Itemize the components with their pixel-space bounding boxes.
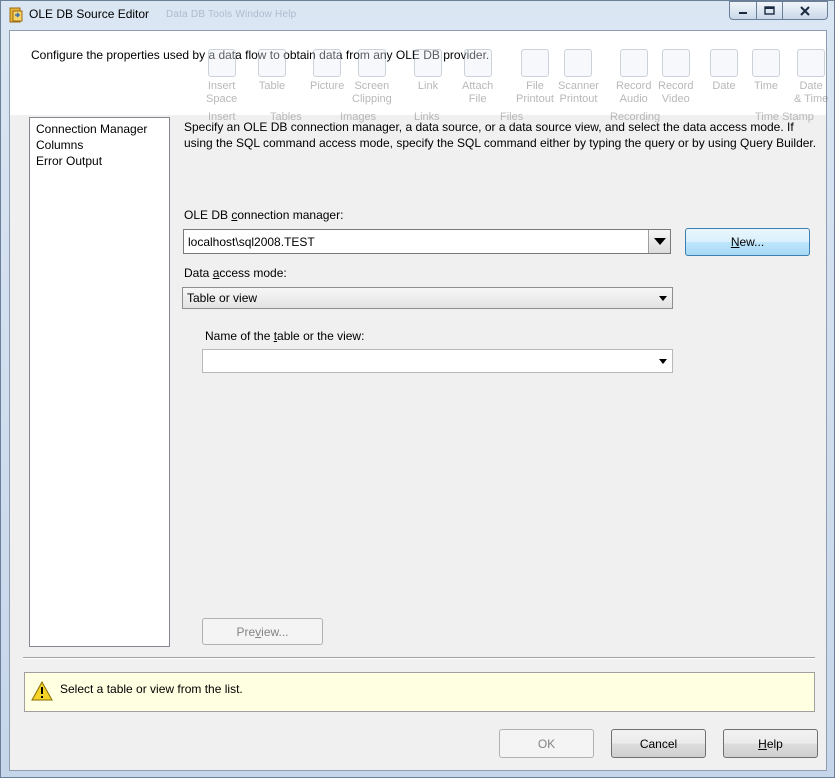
nav-item-error-output[interactable]: Error Output [36, 153, 169, 169]
status-message: Select a table or view from the list. [60, 682, 243, 696]
minimize-icon [739, 11, 747, 14]
nav-panel: Connection Manager Columns Error Output [29, 117, 170, 647]
data-access-mode-select[interactable]: Table or view [182, 287, 673, 309]
ok-button[interactable]: OK [499, 729, 594, 758]
help-button[interactable]: Help [723, 729, 818, 758]
maximize-button[interactable] [756, 1, 783, 20]
cancel-button[interactable]: Cancel [611, 729, 706, 758]
chevron-down-icon [659, 295, 667, 301]
nav-item-connection-manager[interactable]: Connection Manager [36, 121, 169, 137]
connection-manager-label: OLE DB connection manager: [184, 208, 344, 222]
close-button[interactable] [782, 1, 828, 20]
connection-manager-dropdown-button[interactable] [648, 230, 670, 253]
table-name-dropdown-button[interactable] [654, 350, 672, 372]
dialog-window: OLE DB Source Editor Data DB Tools Windo… [0, 0, 835, 778]
data-access-mode-label: Data access mode: [184, 266, 287, 280]
app-icon [9, 7, 23, 23]
dialog-client-area: Configure the properties used by a data … [9, 30, 828, 771]
connection-manager-value: localhost\sql2008.TEST [188, 234, 315, 249]
connection-manager-combo[interactable]: localhost\sql2008.TEST [183, 229, 671, 254]
header-description: Configure the properties used by a data … [31, 48, 490, 62]
table-name-label: Name of the table or the view: [205, 329, 365, 343]
data-access-mode-value: Table or view [187, 291, 258, 305]
background-menu-ghost: Data DB Tools Window Help [166, 9, 297, 20]
warning-icon [31, 681, 53, 701]
chevron-down-icon [659, 358, 667, 364]
new-connection-button[interactable]: New... [685, 228, 810, 256]
window-title: OLE DB Source Editor [29, 7, 150, 21]
minimize-button[interactable] [729, 1, 757, 20]
footer-separator [23, 657, 815, 659]
table-name-select[interactable] [202, 349, 673, 373]
data-access-mode-dropdown-button[interactable] [654, 288, 672, 308]
status-message-bar: Select a table or view from the list. [24, 672, 815, 712]
title-bar[interactable]: OLE DB Source Editor Data DB Tools Windo… [1, 1, 834, 28]
close-icon [800, 5, 810, 16]
preview-button[interactable]: Pre v iew... [202, 618, 323, 645]
chevron-down-icon [653, 238, 666, 245]
header-band: Configure the properties used by a data … [10, 31, 826, 115]
maximize-icon [764, 6, 775, 15]
nav-item-columns[interactable]: Columns [36, 137, 169, 153]
page-description: Specify an OLE DB connection manager, a … [184, 120, 817, 150]
